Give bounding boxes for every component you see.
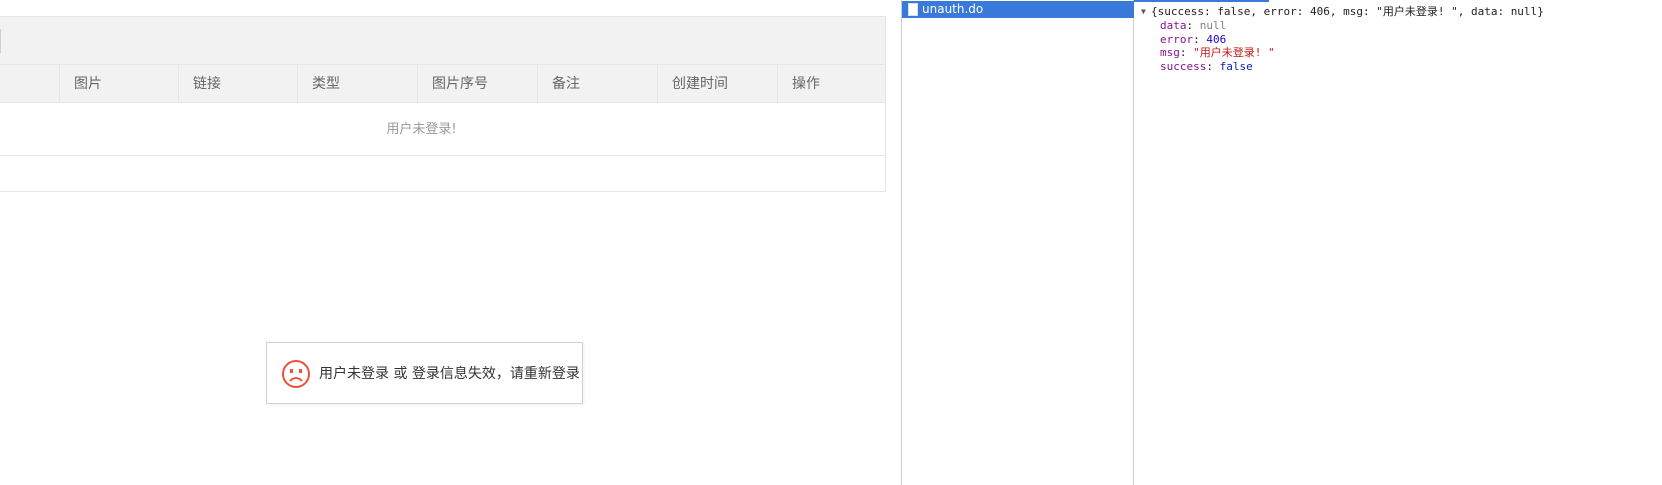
column-header-image-index[interactable]: 图片序号 (417, 65, 537, 103)
table-body: 用户未登录! (0, 103, 885, 156)
app-panel: 图片 链接 类型 图片序号 备注 创建时间 操作 用户未登录! 用户未登录 或 … (0, 0, 902, 485)
document-icon (908, 3, 918, 16)
json-property-success[interactable]: success: false (1160, 60, 1275, 74)
json-property-msg[interactable]: msg: "用户未登录! " (1160, 46, 1275, 60)
column-header-remark[interactable]: 备注 (537, 65, 657, 103)
json-properties: data: null error: 406 msg: "用户未登录! " suc… (1160, 19, 1275, 73)
json-property-data[interactable]: data: null (1160, 19, 1275, 33)
json-property-error[interactable]: error: 406 (1160, 33, 1275, 47)
json-value: 406 (1206, 32, 1227, 46)
column-header-type[interactable]: 类型 (297, 65, 417, 103)
json-summary-data: null (1510, 5, 1538, 18)
table-empty-message: 用户未登录! (386, 122, 457, 137)
request-list: unauth.do (902, 0, 1134, 485)
toast-message: 用户未登录 或 登录信息失效，请重新登录 (319, 366, 580, 382)
login-error-toast: 用户未登录 或 登录信息失效，请重新登录 (266, 342, 583, 404)
data-table: 图片 链接 类型 图片序号 备注 创建时间 操作 用户未登录! (0, 16, 886, 192)
column-header-image[interactable]: 图片 (59, 65, 178, 103)
json-key: data (1160, 19, 1187, 32)
toolbar-divider (0, 29, 1, 53)
json-summary-sep: , error: (1250, 5, 1310, 18)
table-pagination-bar (0, 156, 885, 192)
response-preview: ▼ {success: false, error: 406, msg: "用户未登… (1135, 0, 1662, 485)
json-root-object[interactable]: ▼ {success: false, error: 406, msg: "用户未登… (1141, 5, 1544, 19)
column-header-actions[interactable]: 操作 (777, 65, 887, 103)
expand-triangle-icon[interactable]: ▼ (1141, 5, 1151, 19)
json-summary-sep: , msg: (1329, 5, 1377, 18)
table-toolbar (0, 17, 885, 65)
json-summary-open: {success: (1151, 5, 1218, 18)
json-summary-success: false (1217, 5, 1251, 18)
column-header-created-time[interactable]: 创建时间 (657, 65, 777, 103)
json-value: "用户未登录! " (1193, 46, 1275, 59)
json-summary-close: } (1537, 5, 1544, 18)
json-summary-error: 406 (1309, 5, 1330, 18)
devtools-network-panel: unauth.do ▼ {success: false, error: 406, … (901, 0, 1662, 485)
json-key: msg (1160, 46, 1180, 59)
column-header-link[interactable]: 链接 (178, 65, 297, 103)
json-summary-sep: , data: (1457, 5, 1511, 18)
json-value: false (1219, 59, 1253, 73)
json-key: success (1160, 59, 1207, 73)
request-name: unauth.do (922, 2, 984, 16)
json-key: error (1160, 32, 1194, 46)
json-value: null (1199, 19, 1227, 32)
sad-face-icon (281, 359, 311, 389)
request-item-unauth[interactable]: unauth.do (902, 1, 1134, 18)
json-summary-msg: "用户未登录! " (1376, 5, 1458, 18)
table-header: 图片 链接 类型 图片序号 备注 创建时间 操作 (0, 65, 885, 103)
